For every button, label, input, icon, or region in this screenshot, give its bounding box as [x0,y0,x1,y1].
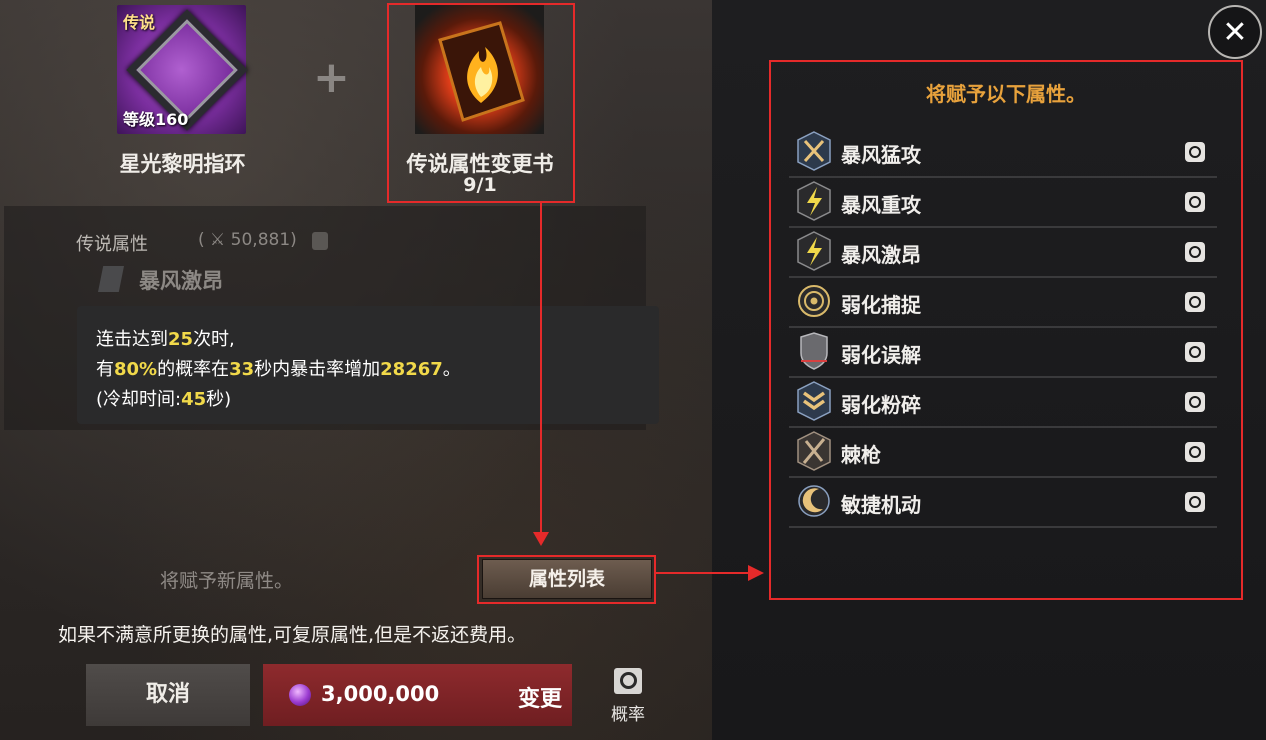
lightning-icon [797,181,831,221]
attribute-section-title: 传说属性 [76,234,148,255]
detail-icon[interactable] [1185,242,1205,262]
current-attribute-name: 暴风激昂 [139,269,223,293]
detail-icon[interactable] [1185,292,1205,312]
attribute-list-button[interactable]: 属性列表 [482,559,652,599]
probability-button[interactable]: 概率 [606,668,650,725]
list-item[interactable]: 敏捷机动 [789,478,1217,528]
detail-icon[interactable] [1185,192,1205,212]
detail-icon[interactable] [1185,442,1205,462]
lightning-icon [797,231,831,271]
close-button[interactable]: ✕ [1208,5,1262,59]
change-cost: 3,000,000 [321,682,440,706]
gem-currency-icon [289,684,311,706]
book-count: 9/1 [463,174,497,196]
ring-name: 星光黎明指环 [119,152,246,176]
detail-icon[interactable] [1185,392,1205,412]
probability-label: 概率 [611,705,645,725]
attribute-list-heading: 将赋予以下属性。 [926,82,1086,106]
chevron-shield-icon [797,381,831,421]
change-label: 变更 [517,687,562,712]
annotation-arrow-down-head [533,532,549,546]
score-info-icon[interactable] [312,232,328,250]
magnifier-icon [614,668,642,694]
item-level: 等级160 [123,110,189,129]
description-line-1: 连击达到25次时, [96,329,235,350]
cancel-button[interactable]: 取消 [86,664,250,726]
list-item[interactable]: 棘枪 [789,428,1217,478]
target-icon [798,285,830,317]
list-item[interactable]: 弱化捕捉 [789,278,1217,328]
plus-icon: + [313,52,350,103]
attribute-list-panel: 将赋予以下属性。 暴风猛攻 暴风重攻 暴风激昂 弱化捕捉 弱化误解 弱化粉碎 棘… [769,60,1243,600]
rarity-tag: 传说 [123,13,156,32]
new-attribute-hint: 将赋予新属性。 [160,570,294,592]
list-item[interactable]: 弱化误解 [789,328,1217,378]
description-line-2: 有80%的概率在33秒内暴击率增加28267。 [96,359,461,380]
crescent-icon [798,485,830,517]
shield-icon [800,332,828,370]
detail-icon[interactable] [1185,142,1205,162]
ring-item-slot[interactable]: 传说 等级160 [117,5,248,134]
list-item[interactable]: 暴风重攻 [789,178,1217,228]
combat-score: ( ⚔ 50,881) [198,230,297,250]
spear-icon [797,431,831,471]
annotation-arrow-right-head [748,565,764,581]
detail-icon[interactable] [1185,342,1205,362]
detail-icon[interactable] [1185,492,1205,512]
change-button[interactable]: 3,000,000 变更 [263,664,572,726]
list-item[interactable]: 暴风激昂 [789,228,1217,278]
list-item[interactable]: 暴风猛攻 [789,128,1217,178]
annotation-arrow-down [540,202,542,534]
annotation-arrow-right [654,572,750,574]
crossed-swords-icon [797,131,831,171]
description-line-3: (冷却时间:45秒) [96,389,232,410]
list-item[interactable]: 弱化粉碎 [789,378,1217,428]
refund-warning-text: 如果不满意所更换的属性,可复原属性,但是不返还费用。 [58,624,527,646]
